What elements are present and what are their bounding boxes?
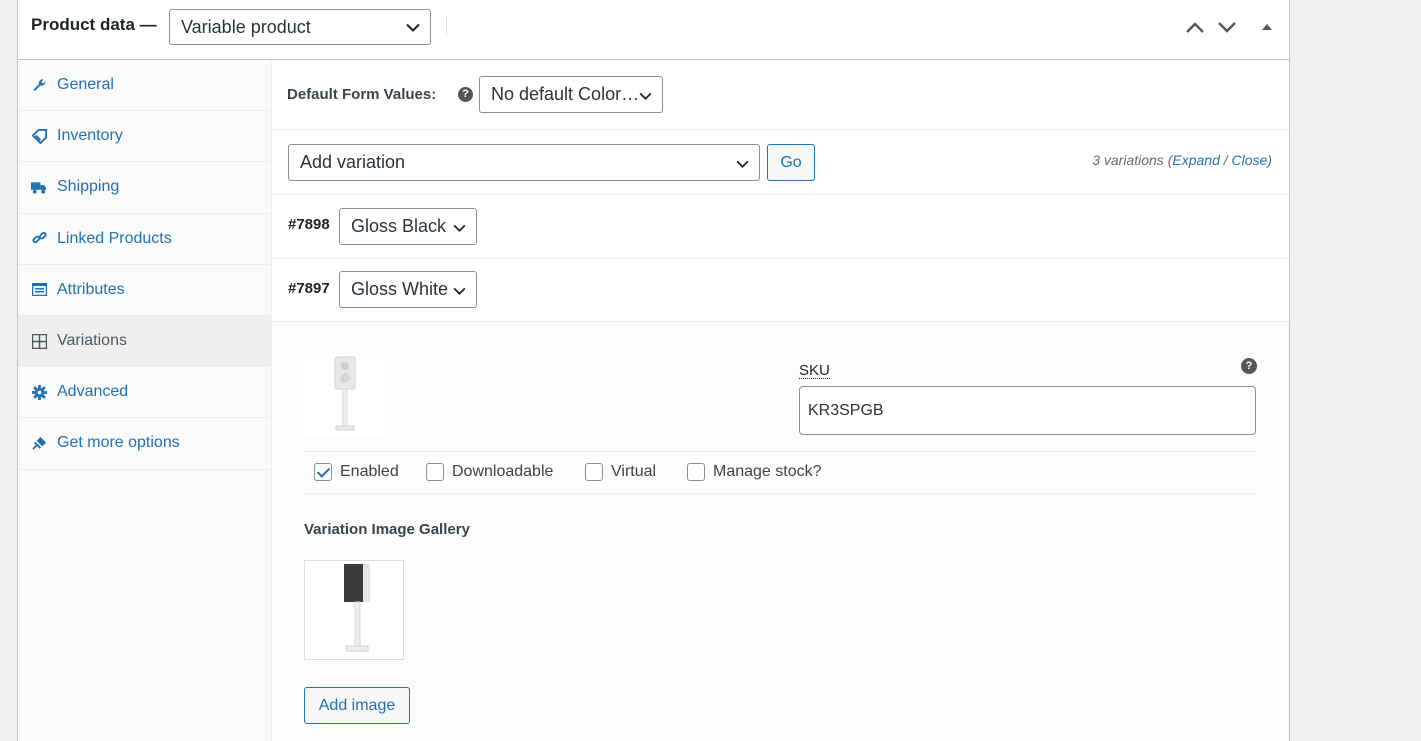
checkbox[interactable] xyxy=(426,463,444,481)
sku-input[interactable]: KR3SPGB xyxy=(799,386,1256,435)
default-form-values-label: Default Form Values: xyxy=(287,86,437,103)
tab-label: General xyxy=(57,76,114,94)
variation-options: Enabled Downloadable Virtual Manage stoc… xyxy=(304,451,1256,494)
chevron-down-icon xyxy=(406,17,420,38)
go-button[interactable]: Go xyxy=(767,144,815,181)
chevron-down-icon xyxy=(453,216,466,237)
chevron-down-icon xyxy=(639,84,652,105)
header-separator xyxy=(446,17,447,35)
default-color-value: No default Color… xyxy=(491,84,640,104)
add-variation-value: Add variation xyxy=(300,152,406,172)
variation-color-select[interactable]: Gloss Black xyxy=(339,208,477,245)
triangle-up-icon xyxy=(1262,24,1272,30)
product-data-tabs: General Inventory Shipping Linked Produc… xyxy=(18,60,272,741)
variation-row[interactable]: #7898 Gloss Black xyxy=(272,195,1289,259)
tab-label: Advanced xyxy=(57,383,129,401)
close-link[interactable]: Close xyxy=(1232,152,1268,168)
help-icon[interactable]: ? xyxy=(458,87,473,102)
tab-general[interactable]: General xyxy=(18,60,271,112)
variation-color-value: Gloss Black xyxy=(351,216,447,236)
gallery-title: Variation Image Gallery xyxy=(304,521,470,538)
variation-actions-row: Add variation Go 3 variations (Expand / … xyxy=(272,130,1289,195)
downloadable-checkbox[interactable]: Downloadable xyxy=(426,463,553,481)
panel-title: Product data — xyxy=(31,15,157,34)
toggle-panel-button[interactable] xyxy=(1256,16,1278,38)
speaker-black-image xyxy=(344,564,370,652)
tab-label: Shipping xyxy=(57,178,120,196)
speaker-white-image xyxy=(334,356,356,431)
chevron-down-icon xyxy=(1218,21,1236,33)
add-image-button[interactable]: Add image xyxy=(304,687,410,724)
sku-label: SKU xyxy=(799,362,830,379)
variation-color-value: Gloss White xyxy=(351,279,449,299)
tab-label: Variations xyxy=(57,332,127,350)
tab-attributes[interactable]: Attributes xyxy=(18,265,271,316)
list-icon xyxy=(31,282,47,298)
variations-panel: Default Form Values: ? No default Color…… xyxy=(272,60,1289,741)
default-form-values-row: Default Form Values: ? No default Color… xyxy=(272,60,1289,130)
variation-count: 3 variations (Expand / Close) xyxy=(1092,152,1272,168)
tab-advanced[interactable]: Advanced xyxy=(18,367,271,419)
move-down-button[interactable] xyxy=(1216,16,1238,38)
chevron-up-icon xyxy=(1186,21,1204,33)
option-label: Manage stock? xyxy=(713,463,822,480)
checkbox-checked[interactable] xyxy=(314,463,332,481)
product-type-select[interactable]: Variable product xyxy=(169,9,431,45)
tab-get-more-options[interactable]: Get more options xyxy=(18,418,271,470)
virtual-checkbox[interactable]: Virtual xyxy=(585,463,656,481)
link-icon xyxy=(31,231,47,247)
option-label: Downloadable xyxy=(452,463,554,480)
chevron-down-icon xyxy=(736,152,749,173)
manage-stock-checkbox[interactable]: Manage stock? xyxy=(687,463,822,481)
tab-label: Linked Products xyxy=(57,229,172,247)
expand-link[interactable]: Expand xyxy=(1172,152,1219,168)
option-label: Enabled xyxy=(340,463,399,480)
tab-shipping[interactable]: Shipping xyxy=(18,162,271,214)
tag-icon xyxy=(31,128,47,144)
chevron-down-icon xyxy=(453,279,466,300)
tab-inventory[interactable]: Inventory xyxy=(18,111,271,163)
variation-row[interactable]: #7897 Gloss White xyxy=(272,259,1289,322)
variation-id: #7897 xyxy=(288,280,330,297)
separator: / xyxy=(1219,152,1232,168)
option-label: Virtual xyxy=(611,463,657,480)
variation-details: ? SKU KR3SPGB Enabled Downloadable Virtu… xyxy=(272,322,1289,741)
truck-icon xyxy=(31,179,47,195)
enabled-checkbox[interactable]: Enabled xyxy=(314,463,399,481)
variation-image[interactable] xyxy=(304,354,384,434)
product-type-value: Variable product xyxy=(181,16,311,37)
tab-label: Inventory xyxy=(57,127,123,145)
gallery-image[interactable] xyxy=(304,560,404,660)
tab-linked-products[interactable]: Linked Products xyxy=(18,214,271,265)
tab-label: Get more options xyxy=(57,434,180,452)
variation-count-text: 3 variations ( xyxy=(1092,152,1173,168)
variation-color-select[interactable]: Gloss White xyxy=(339,271,477,308)
add-variation-select[interactable]: Add variation xyxy=(288,144,760,181)
tab-label: Attributes xyxy=(57,280,125,298)
variation-id: #7898 xyxy=(288,216,330,233)
variation-count-suffix: ) xyxy=(1267,152,1272,168)
default-color-select[interactable]: No default Color… xyxy=(479,76,663,113)
grid-icon xyxy=(31,333,47,349)
product-data-panel: Product data — Variable product General xyxy=(17,0,1290,741)
tab-variations[interactable]: Variations xyxy=(18,315,271,368)
plugin-icon xyxy=(31,435,47,451)
checkbox[interactable] xyxy=(687,463,705,481)
move-up-button[interactable] xyxy=(1184,16,1206,38)
wrench-icon xyxy=(31,77,47,93)
product-data-header: Product data — Variable product xyxy=(18,0,1289,60)
gear-icon xyxy=(31,384,47,400)
help-icon[interactable]: ? xyxy=(1241,358,1257,374)
checkbox[interactable] xyxy=(585,463,603,481)
